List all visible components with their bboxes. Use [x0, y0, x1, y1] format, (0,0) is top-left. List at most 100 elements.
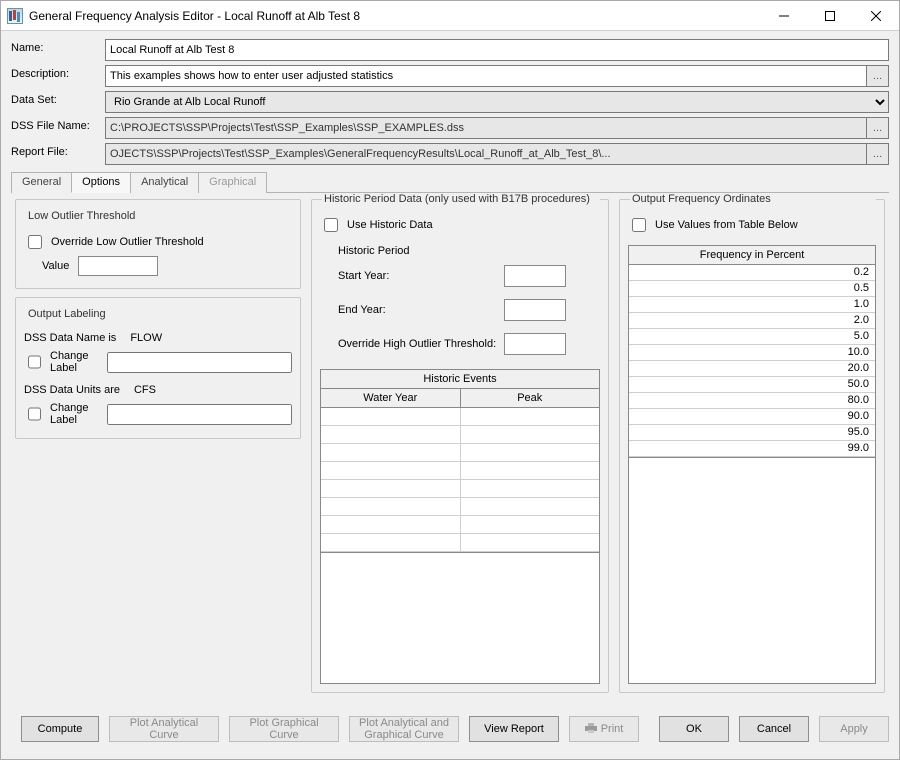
change-label-2-input[interactable]	[107, 404, 292, 425]
end-year-input[interactable]	[504, 299, 566, 321]
tabs: General Options Analytical Graphical	[11, 171, 889, 193]
window-title: General Frequency Analysis Editor - Loca…	[29, 9, 761, 23]
cancel-button[interactable]: Cancel	[739, 716, 809, 742]
titlebar: General Frequency Analysis Editor - Loca…	[1, 1, 899, 31]
low-outlier-group: Low Outlier Threshold Override Low Outli…	[15, 199, 301, 289]
minimize-button[interactable]	[761, 1, 807, 30]
freq-row[interactable]: 0.5	[629, 281, 875, 297]
dssfile-label: DSS File Name:	[11, 117, 101, 139]
description-browse-button[interactable]: …	[867, 65, 889, 87]
freq-table-head: Frequency in Percent	[629, 246, 875, 265]
dssfile-input[interactable]	[105, 117, 867, 139]
table-row[interactable]	[321, 444, 599, 462]
compute-button[interactable]: Compute	[21, 716, 99, 742]
dataset-select[interactable]: Rio Grande at Alb Local Runoff	[105, 91, 889, 113]
cell-water-year[interactable]	[321, 408, 461, 426]
cell-peak[interactable]	[461, 498, 600, 516]
freq-row[interactable]: 20.0	[629, 361, 875, 377]
plot-both-button: Plot Analytical and Graphical Curve	[349, 716, 459, 742]
freq-row[interactable]: 2.0	[629, 313, 875, 329]
change-label-2-label: Change Label	[50, 402, 101, 426]
freq-row[interactable]: 0.2	[629, 265, 875, 281]
use-values-checkbox[interactable]	[632, 218, 646, 232]
table-row[interactable]	[321, 498, 599, 516]
freq-row[interactable]: 1.0	[629, 297, 875, 313]
print-button: Print	[569, 716, 639, 742]
freq-row[interactable]: 50.0	[629, 377, 875, 393]
freq-row[interactable]: 5.0	[629, 329, 875, 345]
override-high-outlier-input[interactable]	[504, 333, 566, 355]
historic-events-title: Historic Events	[321, 370, 599, 389]
name-input[interactable]	[105, 39, 889, 61]
override-low-outlier-label: Override Low Outlier Threshold	[51, 236, 204, 248]
col-peak: Peak	[461, 389, 600, 408]
override-low-outlier-checkbox[interactable]	[28, 235, 42, 249]
table-row[interactable]	[321, 426, 599, 444]
cell-water-year[interactable]	[321, 444, 461, 462]
cell-water-year[interactable]	[321, 480, 461, 498]
reportfile-input[interactable]	[105, 143, 867, 165]
low-outlier-value-input[interactable]	[78, 256, 158, 276]
cell-peak[interactable]	[461, 534, 600, 552]
cell-peak[interactable]	[461, 408, 600, 426]
cell-water-year[interactable]	[321, 498, 461, 516]
use-historic-label: Use Historic Data	[347, 219, 433, 231]
low-outlier-title: Low Outlier Threshold	[26, 210, 139, 222]
use-historic-checkbox[interactable]	[324, 218, 338, 232]
cell-peak[interactable]	[461, 444, 600, 462]
dssfile-browse-button[interactable]: …	[867, 117, 889, 139]
name-label: Name:	[11, 39, 101, 61]
end-year-label: End Year:	[338, 304, 498, 316]
app-window: General Frequency Analysis Editor - Loca…	[0, 0, 900, 760]
table-row[interactable]	[321, 480, 599, 498]
description-input[interactable]	[105, 65, 867, 87]
override-high-outlier-label: Override High Outlier Threshold:	[338, 338, 498, 350]
maximize-button[interactable]	[807, 1, 853, 30]
freq-row[interactable]: 10.0	[629, 345, 875, 361]
output-labeling-title: Output Labeling	[26, 308, 110, 320]
tab-general[interactable]: General	[11, 172, 72, 193]
tab-graphical: Graphical	[198, 172, 267, 193]
change-label-1-input[interactable]	[107, 352, 292, 373]
dss-data-name-value: FLOW	[130, 332, 162, 344]
window-controls	[761, 1, 899, 30]
reportfile-browse-button[interactable]: …	[867, 143, 889, 165]
freq-row[interactable]: 95.0	[629, 425, 875, 441]
cell-peak[interactable]	[461, 462, 600, 480]
start-year-label: Start Year:	[338, 270, 498, 282]
ok-button[interactable]: OK	[659, 716, 729, 742]
change-label-2-checkbox[interactable]	[28, 407, 41, 421]
plot-analytical-button: Plot Analytical Curve	[109, 716, 219, 742]
cell-peak[interactable]	[461, 426, 600, 444]
table-row[interactable]	[321, 462, 599, 480]
change-label-1-checkbox[interactable]	[28, 355, 41, 369]
plot-graphical-button: Plot Graphical Curve	[229, 716, 339, 742]
cell-peak[interactable]	[461, 516, 600, 534]
cell-water-year[interactable]	[321, 516, 461, 534]
dss-data-name-label: DSS Data Name is	[24, 332, 116, 344]
app-icon	[7, 8, 23, 24]
cell-peak[interactable]	[461, 480, 600, 498]
historic-events-table[interactable]: Historic Events Water Year Peak	[320, 369, 600, 553]
dss-data-units-value: CFS	[134, 384, 156, 396]
freq-title: Output Frequency Ordinates	[630, 193, 876, 205]
close-button[interactable]	[853, 1, 899, 30]
low-outlier-value-label: Value	[42, 260, 72, 272]
tab-analytical[interactable]: Analytical	[130, 172, 199, 193]
view-report-button[interactable]: View Report	[469, 716, 559, 742]
freq-row[interactable]: 90.0	[629, 409, 875, 425]
table-row[interactable]	[321, 516, 599, 534]
freq-table[interactable]: Frequency in Percent 0.20.51.02.05.010.0…	[628, 245, 876, 458]
cell-water-year[interactable]	[321, 462, 461, 480]
table-row[interactable]	[321, 408, 599, 426]
cell-water-year[interactable]	[321, 426, 461, 444]
freq-row[interactable]: 99.0	[629, 441, 875, 457]
cell-water-year[interactable]	[321, 534, 461, 552]
dss-data-units-label: DSS Data Units are	[24, 384, 120, 396]
tab-options[interactable]: Options	[71, 172, 131, 193]
freq-blank-area	[628, 458, 876, 684]
freq-row[interactable]: 80.0	[629, 393, 875, 409]
table-row[interactable]	[321, 534, 599, 552]
start-year-input[interactable]	[504, 265, 566, 287]
freq-group: Output Frequency Ordinates Use Values fr…	[619, 199, 885, 693]
